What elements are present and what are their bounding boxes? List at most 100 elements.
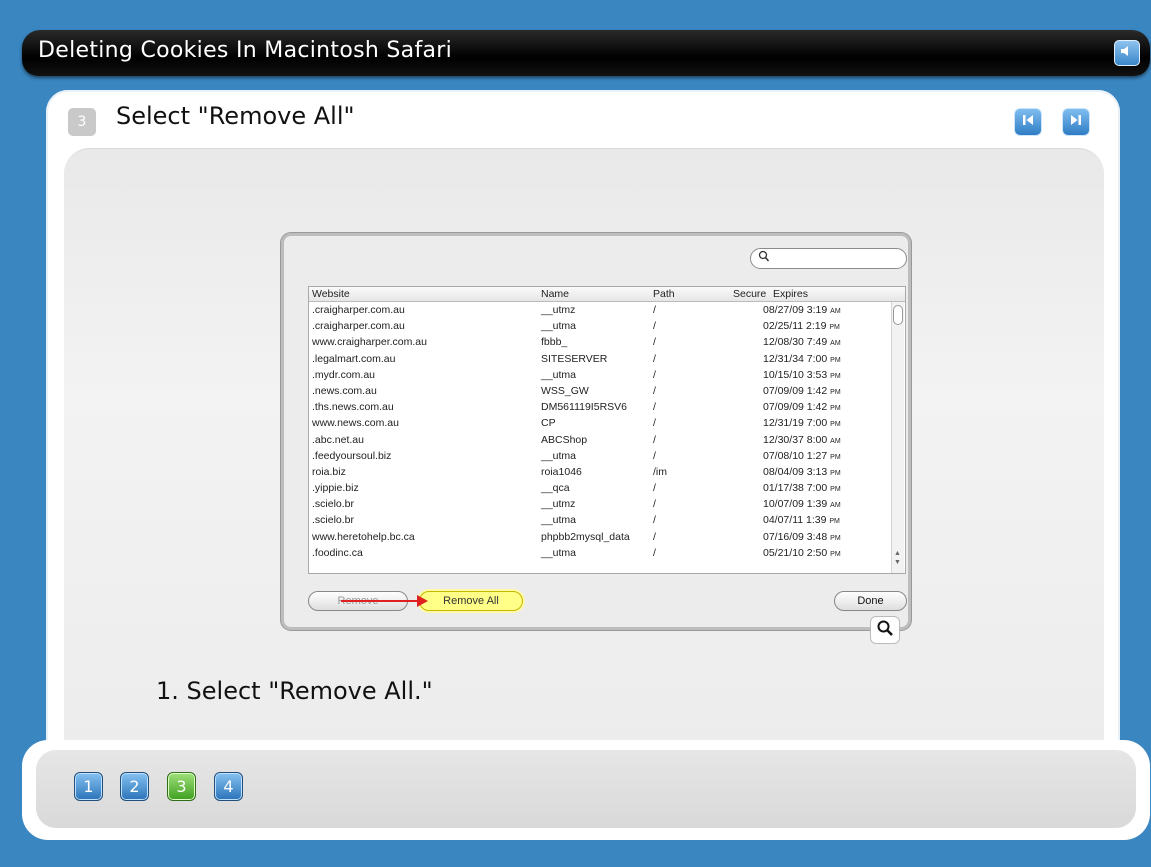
cell-expires-ampm: PM bbox=[829, 518, 840, 526]
cell-expires-time: 3:19 bbox=[806, 304, 828, 316]
done-button[interactable]: Done bbox=[834, 591, 907, 611]
table-row[interactable]: .scielo.br __utmz / 10/07/09 1:39 AM bbox=[309, 496, 905, 512]
cell-expires-ampm: PM bbox=[830, 405, 841, 413]
table-scrollbar[interactable]: ▲ ▼ bbox=[891, 302, 904, 573]
table-row[interactable]: .yippie.biz __qca / 01/17/38 7:00 PM bbox=[309, 480, 905, 496]
cell-name: __utma bbox=[541, 368, 577, 381]
table-row[interactable]: .foodinc.ca __utma / 05/21/10 2:50 PM bbox=[309, 545, 905, 561]
cell-name: __utma bbox=[541, 514, 577, 527]
sound-button[interactable] bbox=[1114, 40, 1140, 66]
page-button-3-current[interactable]: 3 bbox=[167, 772, 196, 801]
cell-expires-time: 1:42 bbox=[806, 384, 828, 397]
cookies-dialog-screenshot: Website Name Path Secure Expires .craigh… bbox=[281, 233, 911, 630]
cell-name: __utma bbox=[541, 546, 577, 559]
cell-name: __utma bbox=[541, 320, 577, 333]
remove-all-button[interactable]: Remove All bbox=[419, 591, 523, 611]
cell-path: / bbox=[653, 401, 656, 414]
cell-path: / bbox=[653, 304, 656, 316]
cell-expires-date: 07/09/09 bbox=[763, 384, 804, 397]
cell-name: __utmz bbox=[541, 498, 576, 511]
table-row[interactable]: www.craigharper.com.au fbbb_ / 12/08/30 7:4… bbox=[309, 334, 905, 350]
table-header: Website Name Path Secure Expires bbox=[309, 287, 905, 302]
cell-website: .legalmart.com.au bbox=[312, 352, 396, 365]
cell-name: ABCShop bbox=[541, 433, 588, 446]
cell-name: __qca bbox=[541, 482, 570, 495]
zoom-button[interactable] bbox=[870, 616, 900, 644]
cell-path: /im bbox=[653, 465, 667, 478]
cell-expires-time: 7:00 bbox=[806, 417, 828, 430]
step-title: Select "Remove All" bbox=[116, 102, 355, 130]
cell-path: / bbox=[653, 514, 656, 527]
scroll-thumb[interactable] bbox=[893, 305, 903, 325]
dialog-search-field[interactable] bbox=[750, 248, 907, 269]
next-button[interactable] bbox=[1062, 108, 1090, 136]
cell-name: CP bbox=[541, 417, 556, 430]
cell-expires-time: 7:00 bbox=[806, 482, 828, 495]
speaker-icon bbox=[1119, 43, 1135, 63]
cell-name: roia1046 bbox=[541, 465, 582, 478]
cell-path: / bbox=[653, 384, 656, 397]
column-header-secure[interactable]: Secure bbox=[733, 287, 766, 301]
page-button-4[interactable]: 4 bbox=[214, 772, 243, 801]
cell-expires-ampm: PM bbox=[830, 388, 841, 396]
zoom-icon bbox=[876, 619, 894, 641]
table-row[interactable]: .news.com.au WSS_GW / 07/09/09 1:42 PM bbox=[309, 383, 905, 399]
table-row[interactable]: .legalmart.com.au SITESERVER / 12/31/34 7:0… bbox=[309, 351, 905, 367]
column-header-website[interactable]: Website bbox=[312, 287, 350, 301]
pointer-arrow-head bbox=[417, 595, 428, 607]
cell-expires-date: 02/25/11 bbox=[763, 320, 804, 333]
cell-expires-date: 08/04/09 bbox=[763, 465, 804, 478]
cell-expires-date: 10/15/10 bbox=[763, 368, 804, 381]
table-row[interactable]: .ths.news.com.au DM561119I5RSV6/07/09/09 … bbox=[309, 399, 905, 415]
cell-path: / bbox=[653, 498, 656, 511]
instruction-text: 1. Select "Remove All." bbox=[156, 677, 433, 705]
table-row[interactable]: .mydr.com.au __utma / 10/15/10 3:53 PM bbox=[309, 367, 905, 383]
pointer-arrow bbox=[341, 600, 423, 602]
table-row[interactable]: .scielo.br __utma / 04/07/11 1:39 PM bbox=[309, 512, 905, 528]
column-header-name[interactable]: Name bbox=[541, 287, 569, 301]
cell-website: .ths.news.com.au bbox=[312, 401, 394, 414]
cell-expires-date: 01/17/38 bbox=[763, 482, 804, 495]
cell-expires-date: 07/08/10 bbox=[763, 449, 804, 462]
table-row[interactable]: .abc.net.au ABCShop / 12/30/37 8:00 AM bbox=[309, 432, 905, 448]
cell-website: .yippie.biz bbox=[312, 482, 359, 495]
table-body: .craigharper.com.au __utmz/08/27/09 3:19 … bbox=[309, 302, 905, 561]
page-button-1[interactable]: 1 bbox=[74, 772, 103, 801]
content-area: Website Name Path Secure Expires .craigh… bbox=[64, 148, 1104, 760]
cell-path: / bbox=[653, 320, 656, 333]
table-row[interactable]: roia.biz roia1046/im 08/04/09 3:13 PM bbox=[309, 464, 905, 480]
table-row[interactable]: www.news.com.au CP / 12/31/19 7:00 PM bbox=[309, 415, 905, 431]
cell-name: __utma bbox=[541, 449, 577, 462]
cell-path: / bbox=[653, 368, 656, 381]
table-row[interactable]: .feedyoursoul.biz __utma / 07/08/10 1:27 PM bbox=[309, 448, 905, 464]
cell-expires-ampm: PM bbox=[830, 550, 841, 558]
cell-expires-ampm: PM bbox=[829, 324, 840, 332]
magnifier-icon bbox=[758, 249, 770, 267]
cell-expires-ampm: PM bbox=[830, 421, 841, 429]
cell-path: / bbox=[653, 336, 656, 349]
cell-website: .foodinc.ca bbox=[312, 546, 363, 559]
cell-expires-time: 7:49 bbox=[806, 336, 828, 349]
column-header-expires[interactable]: Expires bbox=[773, 287, 808, 301]
cell-path: / bbox=[653, 482, 656, 495]
cell-expires-ampm: PM bbox=[830, 469, 841, 477]
column-header-path[interactable]: Path bbox=[653, 287, 675, 301]
table-row[interactable]: .craigharper.com.au __utma/02/25/11 2:19 … bbox=[309, 318, 905, 334]
cell-expires-time: 3:53 bbox=[806, 368, 828, 381]
cell-expires-date: 05/21/10 bbox=[763, 546, 804, 559]
cell-expires-time: 3:48 bbox=[806, 530, 828, 543]
cell-website: roia.biz bbox=[312, 465, 346, 478]
step-header: 3 Select "Remove All" bbox=[46, 90, 1120, 148]
page-button-2[interactable]: 2 bbox=[120, 772, 149, 801]
main-panel: 3 Select "Remove All" Website Name Path … bbox=[46, 90, 1120, 760]
table-row[interactable]: .craigharper.com.au __utmz/08/27/09 3:19 … bbox=[309, 302, 905, 318]
page-selector-bar: 1 2 3 4 bbox=[36, 750, 1136, 828]
cell-name: phpbb2mysql_data bbox=[541, 530, 630, 543]
previous-button[interactable] bbox=[1014, 108, 1042, 136]
cell-expires-ampm: PM bbox=[830, 372, 841, 380]
cell-website: .feedyoursoul.biz bbox=[312, 449, 392, 462]
cell-expires-date: 10/07/09 bbox=[763, 498, 804, 511]
table-row[interactable]: www.heretohelp.bc.ca phpbb2mysql_data / 07/… bbox=[309, 529, 905, 545]
scroll-arrows[interactable]: ▲ ▼ bbox=[894, 549, 901, 567]
bottom-navigation: 1 2 3 4 bbox=[22, 740, 1150, 840]
